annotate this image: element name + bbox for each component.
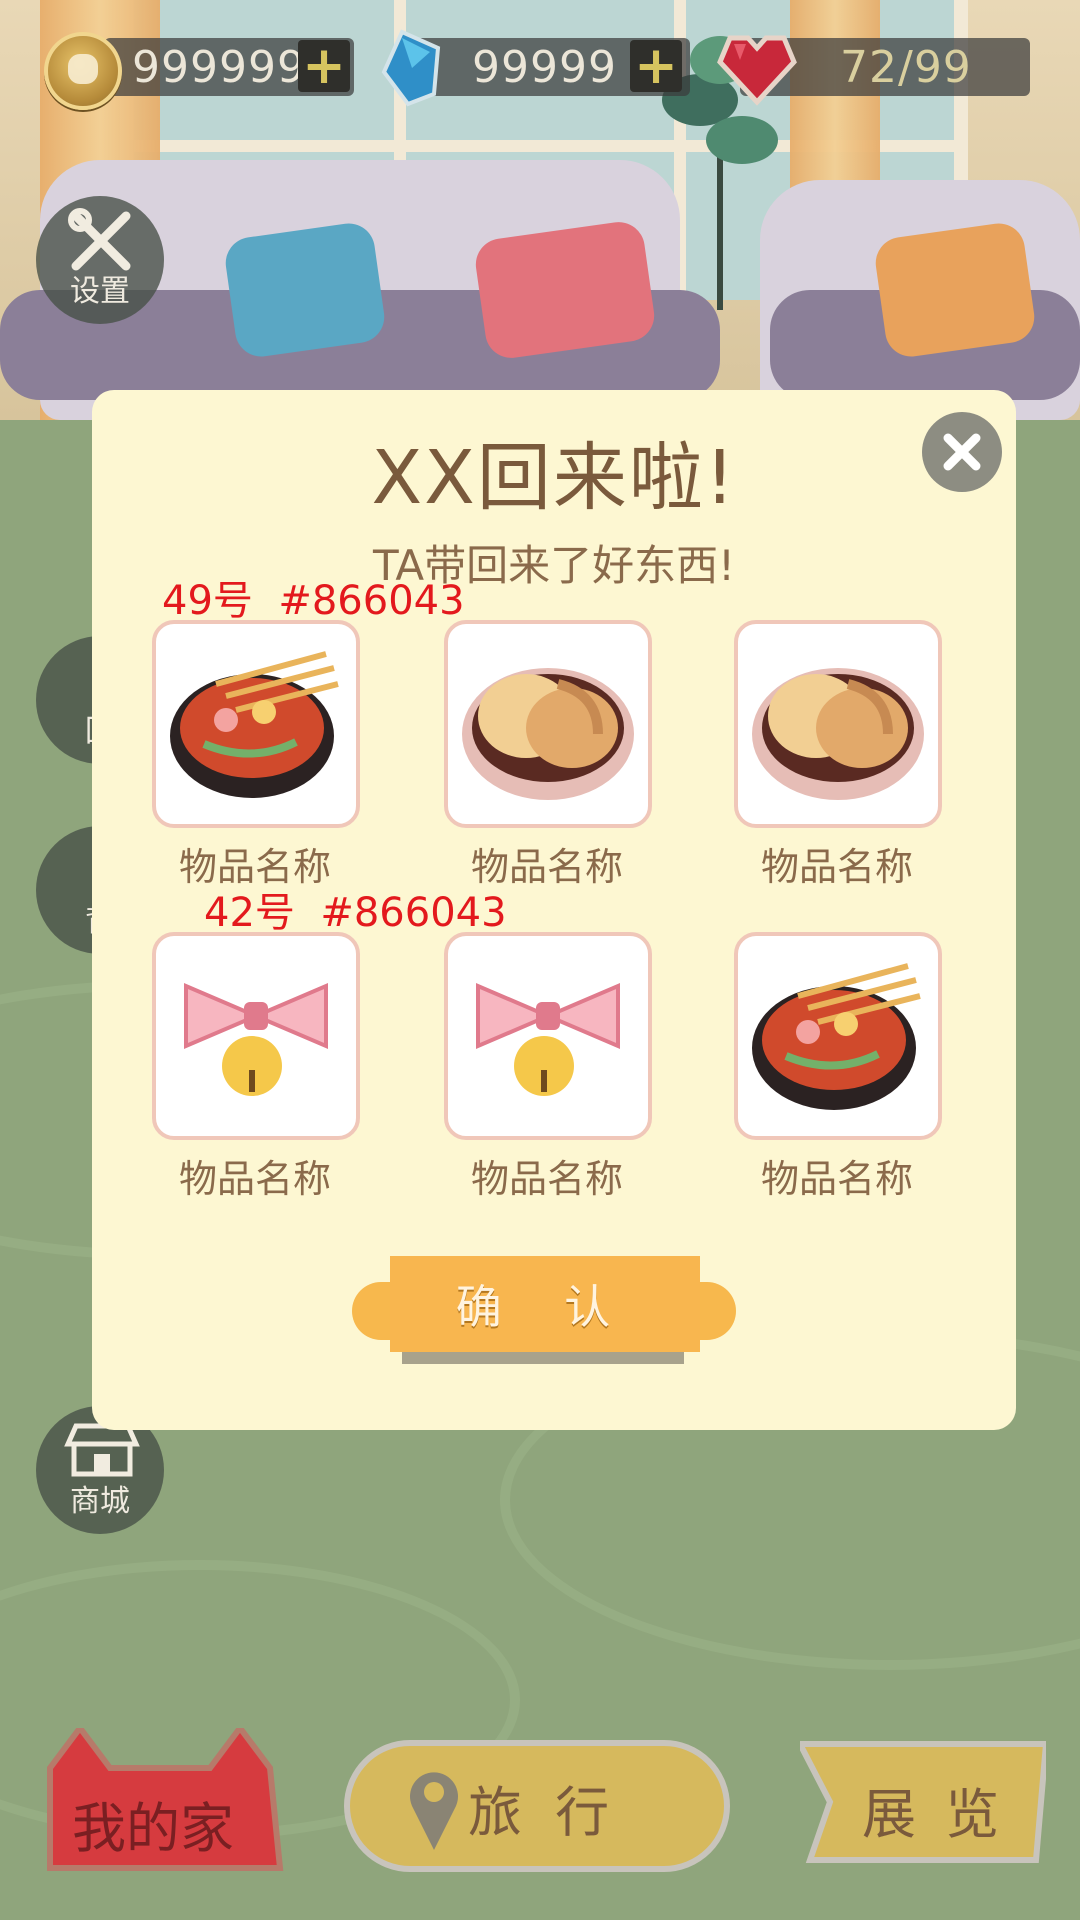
bow-bell-icon [152,932,360,1140]
nav-exhibit-label: 展 览 [862,1783,1006,1846]
reward-item[interactable]: 物品名称 [734,932,942,1203]
nav-home-label: 我的家 [72,1797,234,1860]
mochi-bowl-icon [734,620,942,828]
settings-label: 设置 [70,274,130,309]
nav-home-button[interactable]: 我的家 [40,1728,290,1871]
heart-value: 72/99 [840,41,972,93]
close-icon [943,433,981,471]
bow-bell-icon [444,932,652,1140]
gem-icon [378,28,448,112]
map-pin-icon [410,1772,458,1850]
coin-icon [44,32,122,110]
coin-value: 999999 [132,41,306,93]
reward-item[interactable]: 物品名称 [152,620,360,891]
annotation-label: 49号 #866043 [162,578,465,624]
hotpot-skewers-icon [152,620,360,828]
item-name: 物品名称 [178,1157,331,1201]
mochi-bowl-icon [444,620,652,828]
close-button[interactable] [922,412,1002,492]
confirm-button[interactable]: 确 认 [352,1256,752,1376]
nav-travel-button[interactable]: 旅 行 [344,1740,730,1872]
nav-travel-label: 旅 行 [468,1781,618,1844]
add-coins-button[interactable]: + [298,40,350,92]
shop-label: 商城 [70,1484,130,1519]
item-name: 物品名称 [178,845,331,889]
reward-dialog: XX回来啦! TA带回来了好东西! 49号 #866043 42号 #86604… [92,390,1016,1430]
reward-item[interactable]: 物品名称 [444,932,652,1203]
nav-exhibit-button[interactable]: 展 览 [800,1740,1046,1863]
settings-button[interactable]: 设置 [36,196,164,324]
heart-icon [712,30,802,110]
gem-value: 99999 [472,41,617,93]
reward-item[interactable]: 物品名称 [734,620,942,891]
confirm-label: 确 认 [390,1256,700,1352]
hotpot-skewers-icon [734,932,942,1140]
reward-item[interactable]: 物品名称 [444,620,652,891]
item-name: 物品名称 [760,1157,913,1201]
add-gems-button[interactable]: + [630,40,682,92]
item-name: 物品名称 [470,845,623,889]
item-name: 物品名称 [470,1157,623,1201]
item-name: 物品名称 [760,845,913,889]
reward-item[interactable]: 物品名称 [152,932,360,1203]
dialog-title: XX回来啦! [371,435,737,521]
